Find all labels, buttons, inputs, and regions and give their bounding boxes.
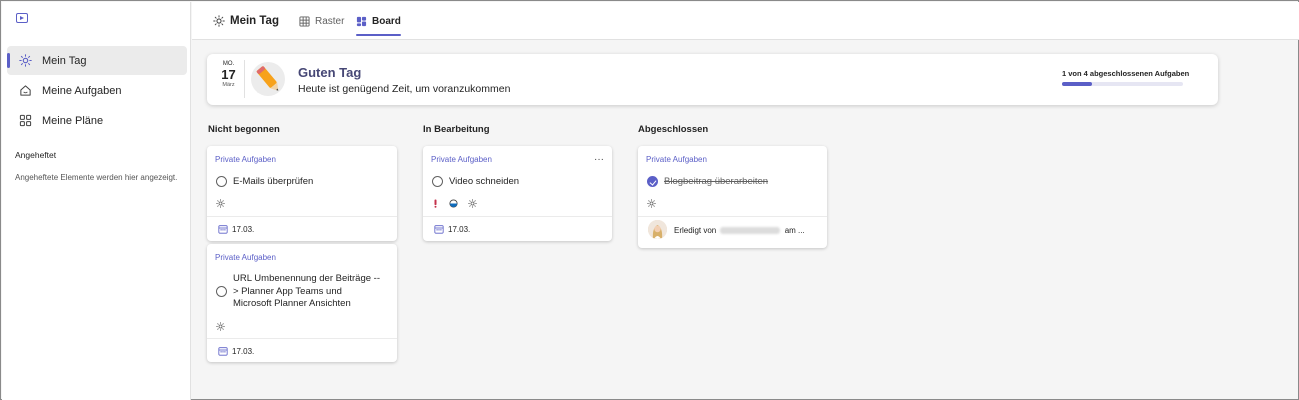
sun-icon <box>647 199 656 208</box>
card-title: Video schneiden <box>449 176 520 187</box>
task-card[interactable]: Private Aufgaben Blogbeitrag überarbeite… <box>638 146 827 248</box>
date-badge: MO. 17 März <box>215 58 242 101</box>
page-title-text: Mein Tag <box>230 15 279 27</box>
pinned-heading: Angeheftet <box>15 150 57 160</box>
complete-checkbox[interactable] <box>216 286 227 297</box>
completed-checkbox[interactable] <box>647 176 658 187</box>
task-card[interactable]: Private Aufgaben URL Umbenennung der Bei… <box>207 244 397 362</box>
card-title: E-Mails überprüfen <box>233 176 314 187</box>
sidebar-item-label: Mein Tag <box>42 54 87 67</box>
sun-icon <box>216 199 225 208</box>
divider <box>207 338 397 339</box>
tab-board[interactable]: Board <box>356 2 401 40</box>
progress-in-progress-icon <box>449 199 458 208</box>
complete-checkbox[interactable] <box>216 176 227 187</box>
sidebar-toggle-icon[interactable] <box>16 13 28 23</box>
header-bar: Mein Tag Raster Board <box>192 2 1299 40</box>
column-header-abgeschlossen: Abgeschlossen <box>638 124 709 135</box>
completed-by-suffix: am ... <box>784 226 805 235</box>
sun-icon <box>18 54 32 68</box>
progress-bar <box>1062 82 1183 86</box>
date-day: 17 <box>221 67 236 82</box>
task-card[interactable]: Private Aufgaben ··· Video schneiden 17.… <box>423 146 612 241</box>
pencil-illustration-icon <box>249 59 289 99</box>
avatar <box>648 220 667 239</box>
complete-checkbox[interactable] <box>432 176 443 187</box>
divider <box>423 216 612 217</box>
column-header-in-bearbeitung: In Bearbeitung <box>423 124 490 135</box>
greeting-subtitle: Heute ist genügend Zeit, um voranzukomme… <box>298 83 511 95</box>
completed-by-text: Erledigt von am ... <box>674 226 805 235</box>
redacted-name <box>720 227 781 235</box>
grid-icon <box>18 114 32 128</box>
tab-label: Board <box>372 15 401 27</box>
calendar-icon <box>434 224 444 234</box>
greeting-title: Guten Tag <box>298 65 362 80</box>
date-month: März <box>222 82 235 88</box>
card-title: URL Umbenennung der Beiträge --> Planner… <box>233 273 380 309</box>
card-plan-name: Private Aufgaben <box>431 155 492 164</box>
sun-icon <box>468 199 477 208</box>
tab-raster[interactable]: Raster <box>299 2 344 40</box>
divider <box>244 60 245 98</box>
app-window: Mein Tag Meine Aufgaben Meine Pläne Ange… <box>0 0 1299 400</box>
sidebar-item-mein-tag[interactable]: Mein Tag <box>7 46 187 75</box>
sidebar-item-label: Meine Pläne <box>42 114 104 127</box>
card-plan-name: Private Aufgaben <box>646 155 707 164</box>
due-date: 17.03. <box>232 225 255 234</box>
page-title: Mein Tag <box>213 2 279 40</box>
table-icon <box>299 15 310 27</box>
task-card[interactable]: Private Aufgaben E-Mails überprüfen 17.0… <box>207 146 397 241</box>
tab-label: Raster <box>315 15 345 27</box>
divider <box>638 216 827 217</box>
pinned-empty-note: Angeheftete Elemente werden hier angezei… <box>15 173 178 182</box>
board-icon <box>356 16 367 27</box>
completed-by-prefix: Erledigt von <box>674 226 717 235</box>
progress-label: 1 von 4 abgeschlossenen Aufgaben <box>1062 69 1190 78</box>
greeting-card: MO. 17 März Guten Tag Heute ist genügend… <box>207 54 1218 105</box>
due-date: 17.03. <box>232 347 255 356</box>
divider <box>207 216 397 217</box>
priority-urgent-icon <box>433 199 438 208</box>
calendar-icon <box>218 346 228 356</box>
sidebar-item-meine-aufgaben[interactable]: Meine Aufgaben <box>7 76 187 105</box>
more-options-icon[interactable]: ··· <box>594 154 604 165</box>
progress-fill <box>1062 82 1093 86</box>
sun-icon <box>216 322 225 331</box>
sidebar-item-meine-plaene[interactable]: Meine Pläne <box>7 106 187 135</box>
due-date: 17.03. <box>448 225 471 234</box>
column-header-nicht-begonnen: Nicht begonnen <box>208 124 280 135</box>
sidebar: Mein Tag Meine Aufgaben Meine Pläne Ange… <box>2 2 191 400</box>
card-plan-name: Private Aufgaben <box>215 253 276 262</box>
card-title: Blogbeitrag überarbeiten <box>664 176 769 187</box>
home-icon <box>18 84 32 98</box>
sun-icon <box>213 15 225 27</box>
sidebar-item-label: Meine Aufgaben <box>42 84 122 97</box>
calendar-icon <box>218 224 228 234</box>
card-plan-name: Private Aufgaben <box>215 155 276 164</box>
